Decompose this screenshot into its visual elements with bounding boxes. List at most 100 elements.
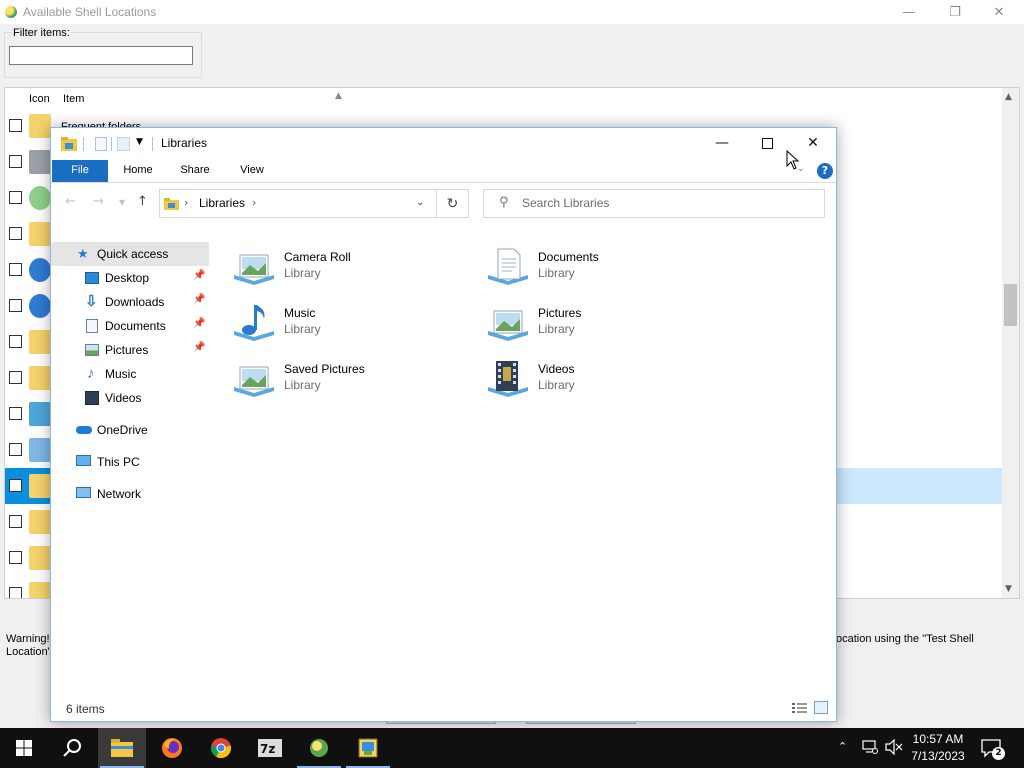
row-checkbox[interactable]: [9, 515, 22, 528]
library-name: Camera Roll: [284, 250, 351, 264]
taskbar-shell-locations[interactable]: [295, 728, 343, 768]
nav-downloads[interactable]: ⇩ Downloads 📌: [51, 290, 209, 314]
library-type: Library: [538, 378, 575, 392]
nav-onedrive[interactable]: OneDrive: [51, 418, 209, 442]
pin-icon[interactable]: 📌: [193, 318, 205, 329]
row-checkbox[interactable]: [9, 335, 22, 348]
forward-arrow-icon[interactable]: →: [93, 194, 104, 209]
pictures-library-icon: [234, 254, 274, 285]
taskbar-app[interactable]: [344, 728, 392, 768]
library-type: Library: [538, 266, 575, 280]
search-box[interactable]: ⚲: [483, 189, 825, 218]
refresh-button[interactable]: ↻: [437, 189, 469, 218]
nav-quick-access[interactable]: ★ Quick access: [51, 242, 209, 266]
computer-icon: [76, 455, 91, 466]
row-checkbox[interactable]: [9, 443, 22, 456]
details-view-icon[interactable]: [792, 702, 807, 714]
network-icon: [76, 487, 91, 498]
new-folder-icon[interactable]: [117, 137, 130, 151]
nav-this-pc[interactable]: This PC: [51, 450, 209, 474]
library-documents[interactable]: Documents Library: [486, 242, 726, 292]
nav-network[interactable]: Network: [51, 482, 209, 506]
library-videos[interactable]: Videos Library: [486, 354, 726, 404]
taskbar-file-explorer[interactable]: [98, 728, 146, 768]
nav-documents[interactable]: Documents 📌: [51, 314, 209, 338]
column-header-item[interactable]: Item: [63, 93, 84, 105]
search-input[interactable]: [522, 192, 812, 214]
scroll-thumb[interactable]: [1004, 284, 1017, 326]
taskbar-7zip[interactable]: 7z: [246, 728, 294, 768]
row-checkbox[interactable]: [9, 479, 22, 492]
start-button[interactable]: [0, 728, 48, 768]
show-hidden-icons-icon[interactable]: ⌃: [838, 740, 847, 753]
up-arrow-icon[interactable]: ↑: [137, 194, 148, 209]
address-bar[interactable]: › Libraries › ⌄: [159, 189, 437, 218]
row-checkbox[interactable]: [9, 299, 22, 312]
bg-close-button[interactable]: ✕: [976, 0, 1022, 24]
row-checkbox[interactable]: [9, 263, 22, 276]
desktop-icon: [85, 272, 99, 284]
bg-restore-button[interactable]: ❐: [932, 0, 978, 24]
explorer-title-bar[interactable]: ▼ Libraries — ✕: [51, 128, 836, 160]
library-camera-roll[interactable]: Camera Roll Library: [232, 242, 472, 292]
scroll-up-icon[interactable]: ▲: [1005, 92, 1012, 102]
row-checkbox[interactable]: [9, 191, 22, 204]
pin-icon[interactable]: 📌: [193, 270, 205, 281]
scroll-down-icon[interactable]: ▼: [1005, 584, 1012, 594]
back-arrow-icon[interactable]: ←: [65, 194, 76, 209]
taskbar-chrome[interactable]: [197, 728, 245, 768]
search-icon: [63, 739, 81, 757]
large-icons-view-icon[interactable]: [814, 701, 828, 714]
tab-share[interactable]: Share: [169, 160, 221, 182]
nav-music[interactable]: ♪ Music: [51, 362, 209, 386]
row-checkbox[interactable]: [9, 119, 22, 132]
address-dropdown-icon[interactable]: ⌄: [416, 197, 424, 208]
music-note-icon: ♪: [87, 365, 95, 382]
quick-access-toolbar-dropdown-icon[interactable]: ▼: [136, 137, 143, 147]
clock-time[interactable]: 10:57 AM: [905, 732, 971, 746]
network-tray-icon[interactable]: [862, 740, 878, 754]
list-scrollbar[interactable]: ▲ ▼: [1002, 88, 1019, 598]
help-icon[interactable]: ?: [817, 163, 833, 179]
nav-pictures[interactable]: Pictures 📌: [51, 338, 209, 362]
libraries-content-pane[interactable]: Camera Roll Library Documents Library Mu…: [231, 234, 831, 694]
library-name: Documents: [538, 250, 599, 264]
breadcrumb-chevron-icon[interactable]: ›: [184, 196, 188, 209]
network-icon: [29, 294, 51, 318]
taskbar-firefox[interactable]: [148, 728, 196, 768]
row-checkbox[interactable]: [9, 551, 22, 564]
nav-desktop[interactable]: Desktop 📌: [51, 266, 209, 290]
maximize-button[interactable]: [744, 128, 790, 158]
clock-date[interactable]: 7/13/2023: [905, 749, 971, 763]
tab-view[interactable]: View: [227, 160, 277, 182]
nav-videos[interactable]: Videos: [51, 386, 209, 410]
tab-home[interactable]: Home: [113, 160, 163, 182]
document-icon: [86, 319, 98, 333]
taskbar-search-button[interactable]: [48, 728, 96, 768]
properties-icon[interactable]: [95, 137, 107, 151]
filter-input[interactable]: [9, 46, 193, 65]
breadcrumb-chevron-icon[interactable]: ›: [252, 196, 256, 209]
column-header-icon[interactable]: Icon: [29, 93, 50, 105]
recent-locations-icon[interactable]: ▼: [119, 198, 125, 207]
status-item-count: 6 items: [66, 702, 105, 716]
library-pictures[interactable]: Pictures Library: [486, 298, 726, 348]
bg-window-title: Available Shell Locations: [23, 5, 157, 19]
pin-icon[interactable]: 📌: [193, 294, 205, 305]
recent-icon: [29, 186, 51, 210]
library-type: Library: [538, 322, 575, 336]
minimize-button[interactable]: —: [699, 128, 745, 158]
bg-minimize-button[interactable]: —: [886, 0, 932, 24]
library-music[interactable]: Music Library: [232, 298, 472, 348]
row-checkbox[interactable]: [9, 371, 22, 384]
volume-muted-icon[interactable]: [885, 739, 903, 755]
row-checkbox[interactable]: [9, 587, 22, 598]
breadcrumb-libraries[interactable]: Libraries: [199, 196, 245, 210]
pin-icon[interactable]: 📌: [193, 342, 205, 353]
library-saved-pictures[interactable]: Saved Pictures Library: [232, 354, 472, 404]
folder-icon: [29, 510, 51, 534]
row-checkbox[interactable]: [9, 227, 22, 240]
row-checkbox[interactable]: [9, 155, 22, 168]
tab-file[interactable]: File: [52, 160, 108, 182]
row-checkbox[interactable]: [9, 407, 22, 420]
